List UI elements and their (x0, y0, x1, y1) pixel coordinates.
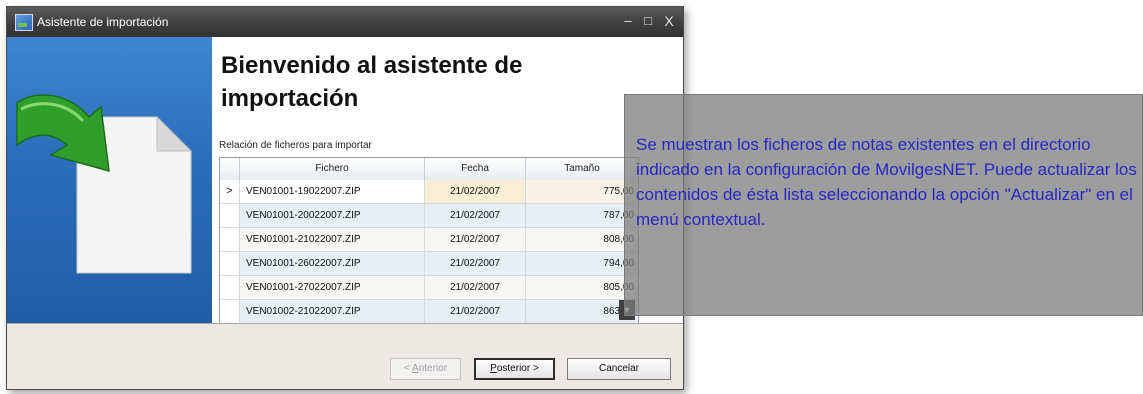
table-row[interactable]: VEN01002-21022007.ZIP 21/02/2007 863,00 (220, 300, 638, 324)
page-title: Bienvenido al asistente de importación (221, 52, 523, 112)
file-cell[interactable]: VEN01001-26022007.ZIP (240, 252, 425, 275)
window-title: Asistente de importación (37, 15, 169, 29)
table-row[interactable]: VEN01001-27022007.ZIP 21/02/2007 805,00 (220, 276, 638, 300)
table-row[interactable]: > VEN01001-19022007.ZIP 21/02/2007 775,0… (220, 180, 638, 204)
back-button-label: nterior (418, 363, 448, 374)
close-button[interactable]: X (660, 12, 678, 30)
title-bar[interactable]: Asistente de importación – □ X (7, 7, 683, 37)
help-tooltip: Se muestran los ficheros de notas existe… (624, 94, 1143, 316)
table-row[interactable]: VEN01001-20022007.ZIP 21/02/2007 787,00 (220, 204, 638, 228)
import-arrow-icon (16, 94, 110, 173)
app-icon (15, 14, 33, 31)
column-header-fichero[interactable]: Fichero (240, 158, 425, 180)
date-cell[interactable]: 21/02/2007 (425, 180, 526, 203)
import-wizard-window: Asistente de importación – □ X Bienvenid… (6, 6, 684, 390)
next-button[interactable]: Posterior > (474, 358, 555, 380)
help-tooltip-text: Se muestran los ficheros de notas existe… (636, 135, 1137, 229)
date-cell[interactable]: 21/02/2007 (425, 228, 526, 251)
row-indicator (220, 252, 240, 275)
row-indicator (220, 204, 240, 227)
size-cell[interactable]: 808,00 (526, 228, 638, 251)
file-cell[interactable]: VEN01001-27022007.ZIP (240, 276, 425, 299)
grid-header: Fichero Fecha Tamaño (220, 158, 638, 181)
row-indicator (220, 300, 240, 323)
cancel-button[interactable]: Cancelar (567, 358, 671, 380)
file-cell[interactable]: VEN01001-19022007.ZIP (240, 180, 425, 203)
next-button-mnemonic: P (490, 363, 497, 374)
minimize-button[interactable]: – (619, 12, 637, 30)
file-cell[interactable]: VEN01001-21022007.ZIP (240, 228, 425, 251)
size-cell[interactable]: 794,00 (526, 252, 638, 275)
wizard-footer: < Anterior Posterior > Cancelar (7, 323, 683, 389)
size-cell[interactable]: 805,00 (526, 276, 638, 299)
files-grid[interactable]: Fichero Fecha Tamaño > VEN01001-19022007… (219, 157, 639, 324)
table-row[interactable]: VEN01001-26022007.ZIP 21/02/2007 794,00 (220, 252, 638, 276)
back-button-prefix: < (403, 363, 413, 374)
import-illustration (16, 94, 193, 274)
column-header-tamano[interactable]: Tamaño (526, 158, 638, 180)
column-header-fecha[interactable]: Fecha (425, 158, 526, 180)
back-button[interactable]: < Anterior (390, 358, 461, 380)
grid-caption: Relación de ficheros para importar (219, 140, 372, 151)
wizard-sidebar (7, 37, 212, 323)
size-cell[interactable]: 787,00 (526, 204, 638, 227)
file-cell[interactable]: VEN01002-21022007.ZIP (240, 300, 425, 323)
file-cell[interactable]: VEN01001-20022007.ZIP (240, 204, 425, 227)
row-indicator (220, 276, 240, 299)
header-indicator (220, 158, 240, 180)
wizard-content: Bienvenido al asistente de importación R… (212, 37, 683, 324)
size-cell[interactable]: 775,00 (526, 180, 638, 203)
row-indicator (220, 228, 240, 251)
date-cell[interactable]: 21/02/2007 (425, 276, 526, 299)
row-indicator: > (220, 180, 240, 203)
back-button-mnemonic: A (412, 363, 419, 374)
next-button-label: osterior > (496, 363, 539, 374)
date-cell[interactable]: 21/02/2007 (425, 204, 526, 227)
date-cell[interactable]: 21/02/2007 (425, 300, 526, 323)
table-row[interactable]: VEN01001-21022007.ZIP 21/02/2007 808,00 (220, 228, 638, 252)
maximize-button[interactable]: □ (639, 12, 657, 30)
date-cell[interactable]: 21/02/2007 (425, 252, 526, 275)
